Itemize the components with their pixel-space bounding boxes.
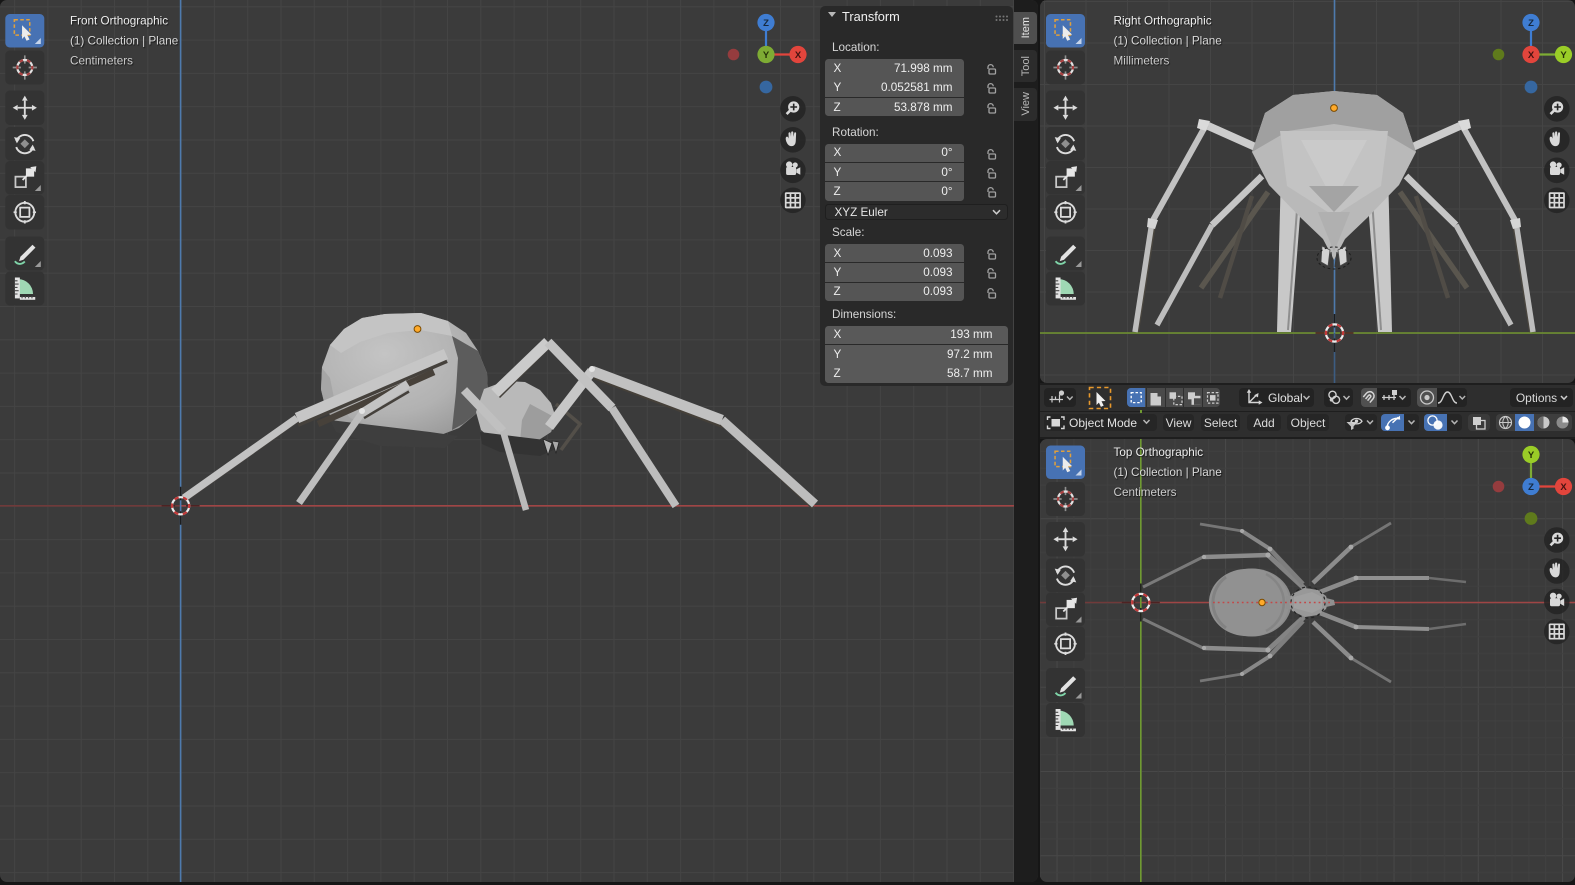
svg-text:Millimeters: Millimeters xyxy=(1114,55,1170,68)
svg-text:X: X xyxy=(1560,482,1567,493)
svg-text:(1) Collection | Plane: (1) Collection | Plane xyxy=(1114,35,1222,48)
svg-text:(1) Collection | Plane: (1) Collection | Plane xyxy=(1114,466,1222,479)
svg-text:Centimeters: Centimeters xyxy=(1114,486,1177,499)
svg-text:Z: Z xyxy=(1528,18,1534,29)
svg-text:Object Mode: Object Mode xyxy=(1069,416,1137,430)
svg-text:Y: Y xyxy=(763,50,770,61)
svg-text:X: X xyxy=(1528,50,1535,61)
svg-text:Right Orthographic: Right Orthographic xyxy=(1114,15,1212,28)
svg-text:Global: Global xyxy=(1268,391,1303,405)
svg-text:Centimeters: Centimeters xyxy=(70,55,133,68)
svg-text:(1) Collection | Plane: (1) Collection | Plane xyxy=(70,35,178,48)
svg-text:X: X xyxy=(795,50,802,61)
svg-text:Front Orthographic: Front Orthographic xyxy=(70,15,168,28)
svg-text:Z: Z xyxy=(1528,482,1534,493)
svg-text:Z: Z xyxy=(763,18,769,29)
svg-text:Y: Y xyxy=(1560,50,1567,61)
svg-text:Top Orthographic: Top Orthographic xyxy=(1114,446,1204,459)
svg-text:Y: Y xyxy=(1528,450,1535,461)
